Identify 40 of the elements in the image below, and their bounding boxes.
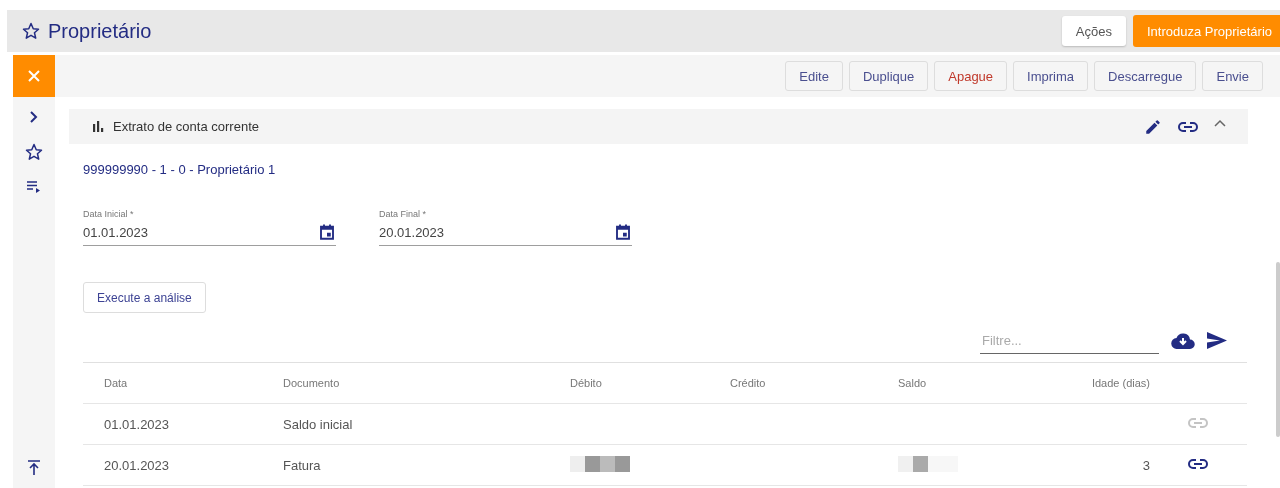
toolbar-button[interactable]: Duplique: [848, 61, 929, 91]
link-icon[interactable]: [1188, 457, 1208, 470]
column-header: Documento: [283, 377, 340, 389]
column-header: Saldo: [898, 377, 927, 389]
date-field[interactable]: Data Final * 20.01.2023: [379, 209, 632, 246]
chevron-up-icon[interactable]: [1214, 118, 1226, 127]
column-header: Crédito: [730, 377, 766, 389]
pencil-icon[interactable]: [1144, 117, 1162, 136]
filter-field[interactable]: Filtre...: [980, 331, 1160, 349]
favorite-star-icon[interactable]: [22, 22, 40, 40]
column-header: Débito: [570, 377, 602, 389]
bar-chart-icon: [93, 121, 105, 132]
calendar-icon[interactable]: [318, 223, 336, 241]
chevron-right-icon[interactable]: [29, 111, 39, 123]
scroll-to-top-icon[interactable]: [27, 460, 41, 476]
account-link[interactable]: 999999990 - 1 - 0 - Proprietário 1: [83, 162, 1280, 177]
page-title: Proprietário: [48, 19, 153, 43]
toolbar-button[interactable]: Envie: [1202, 61, 1263, 91]
toolbar-button[interactable]: Descarregue: [1094, 61, 1197, 91]
column-header: Data: [104, 377, 128, 389]
date-field[interactable]: Data Inicial * 01.01.2023: [83, 209, 336, 246]
calendar-icon[interactable]: [614, 223, 632, 241]
scrollbar-thumb[interactable]: [1276, 262, 1280, 437]
column-header: Idade (dias): [1091, 377, 1150, 389]
table-cell: Fatura: [283, 457, 321, 473]
actions-button[interactable]: Ações: [1061, 16, 1126, 46]
table-cell: 3: [1142, 457, 1150, 473]
send-icon[interactable]: [1207, 332, 1227, 349]
run-analysis-button[interactable]: Execute a análise: [83, 282, 206, 313]
table-cell: Saldo inicial: [283, 416, 353, 432]
toolbar-button[interactable]: Imprima: [1013, 61, 1089, 91]
cloud-download-icon[interactable]: [1171, 332, 1195, 349]
toolbar-button[interactable]: Apague: [934, 61, 1008, 91]
link-icon[interactable]: [1178, 120, 1198, 133]
panel-title: Extrato de conta corrente: [113, 119, 260, 134]
toolbar-button[interactable]: Edite: [785, 61, 843, 91]
playlist-icon[interactable]: [27, 181, 41, 193]
star-icon[interactable]: [25, 143, 43, 161]
table-cell: 01.01.2023: [104, 416, 170, 432]
table-cell: 20.01.2023: [104, 457, 170, 473]
